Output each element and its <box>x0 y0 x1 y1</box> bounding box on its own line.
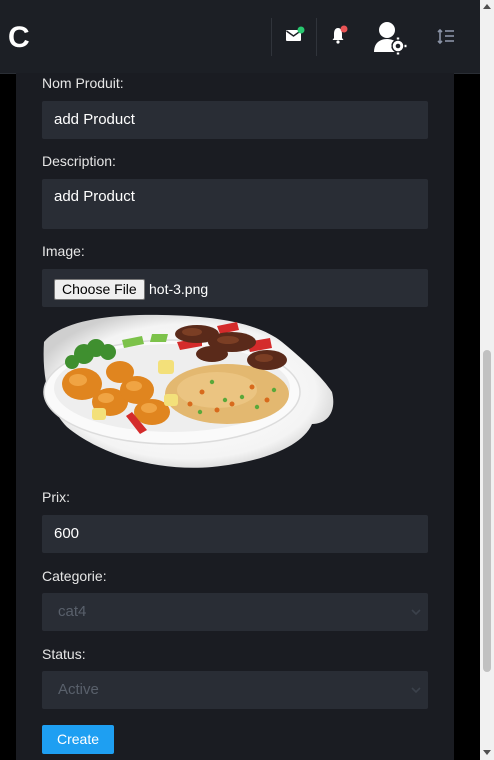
chevron-down-icon <box>411 609 421 616</box>
user-settings-icon[interactable] <box>373 21 409 55</box>
status-select[interactable]: Active <box>42 671 428 709</box>
category-label: Categorie: <box>42 568 107 584</box>
file-name: hot-3.png <box>149 281 209 297</box>
page-scrollbar[interactable] <box>480 0 494 760</box>
description-label: Description: <box>42 153 116 169</box>
product-name-value: add Product <box>54 111 135 128</box>
navbar-divider <box>271 18 272 56</box>
brand-logo[interactable]: C <box>8 20 30 56</box>
mail-icon[interactable] <box>285 26 305 46</box>
create-button[interactable]: Create <box>42 725 114 754</box>
product-name-input[interactable]: add Product <box>42 101 428 139</box>
product-image-preview <box>43 314 334 468</box>
image-label: Image: <box>42 243 85 259</box>
price-label: Prix: <box>42 489 70 505</box>
page: C Nom Produit: add Product Description: … <box>0 0 494 760</box>
product-name-label: Nom Produit: <box>42 75 124 91</box>
status-value: Active <box>58 681 99 698</box>
status-label: Status: <box>42 646 86 662</box>
scroll-down-arrow-icon[interactable] <box>483 750 491 755</box>
price-value: 600 <box>54 525 80 542</box>
description-textarea[interactable]: add Product <box>42 179 428 229</box>
chevron-down-icon <box>411 687 421 694</box>
description-value: add Product <box>54 188 135 205</box>
image-file-input[interactable]: Choose File hot-3.png <box>42 269 428 307</box>
bell-icon[interactable] <box>330 25 350 45</box>
top-navbar: C <box>0 0 480 74</box>
scroll-up-arrow-icon[interactable] <box>483 4 491 9</box>
sort-icon[interactable] <box>437 28 455 46</box>
choose-file-button[interactable]: Choose File <box>54 279 145 300</box>
navbar-divider <box>316 18 317 56</box>
scrollbar-thumb[interactable] <box>483 350 491 672</box>
category-select[interactable]: cat4 <box>42 593 428 631</box>
category-value: cat4 <box>58 603 87 620</box>
price-input[interactable]: 600 <box>42 515 428 553</box>
